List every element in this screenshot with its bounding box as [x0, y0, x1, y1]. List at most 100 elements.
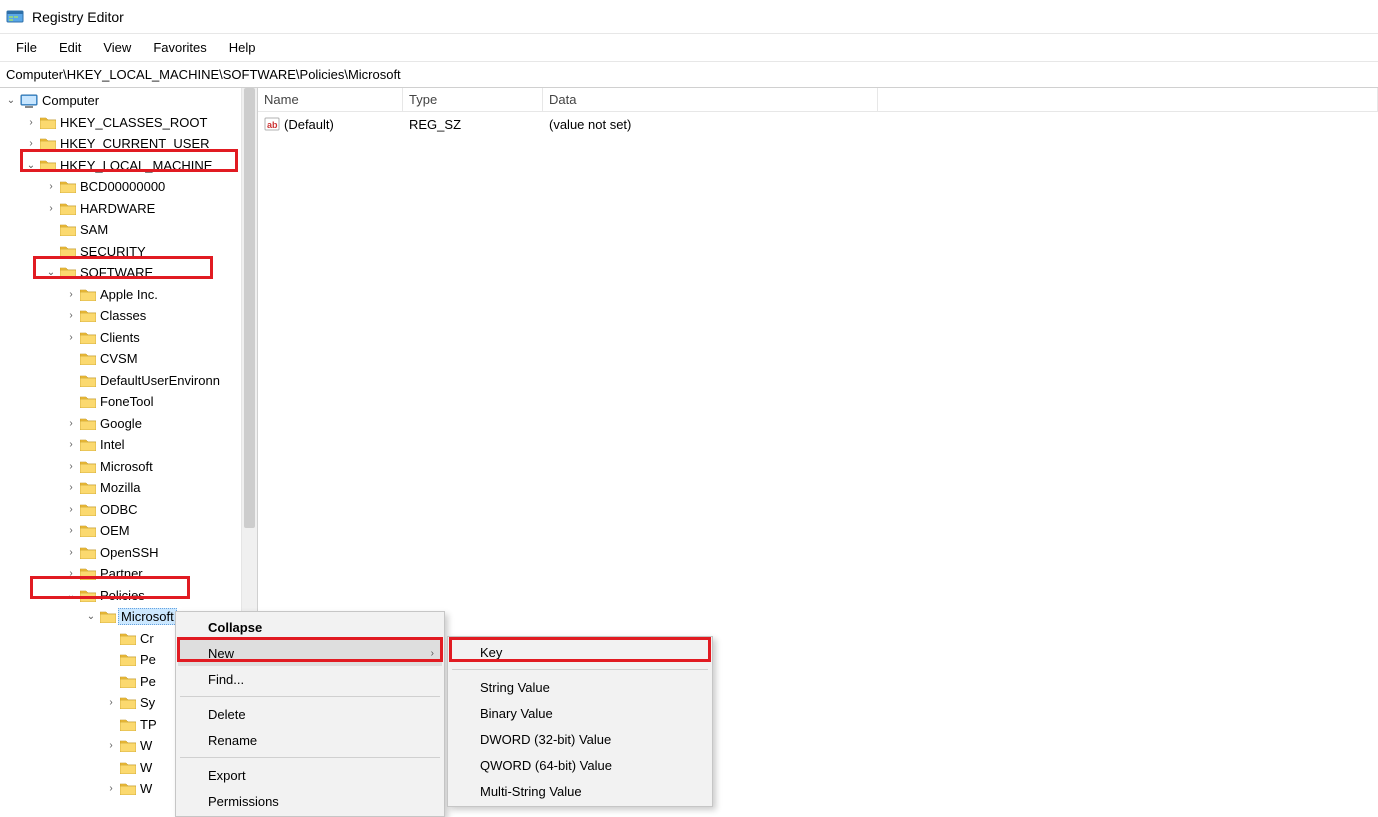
ctx-rename[interactable]: Rename [178, 727, 442, 753]
tree-node-due[interactable]: › DefaultUserEnvironn [0, 370, 241, 392]
chevron-down-icon[interactable]: ⌄ [24, 158, 38, 172]
chevron-right-icon[interactable]: › [104, 782, 118, 796]
ctx-new-binary[interactable]: Binary Value [450, 700, 710, 726]
chevron-right-icon[interactable]: › [24, 137, 38, 151]
ctx-new-label: New [208, 646, 234, 661]
folder-icon [60, 202, 76, 215]
tree-label: SAM [80, 222, 108, 237]
chevron-right-icon[interactable]: › [64, 545, 78, 559]
chevron-right-icon[interactable]: › [64, 287, 78, 301]
menu-view[interactable]: View [93, 38, 141, 57]
ctx-export[interactable]: Export [178, 762, 442, 788]
tree-node-apple[interactable]: › Apple Inc. [0, 284, 241, 306]
tree-node-mozilla[interactable]: › Mozilla [0, 477, 241, 499]
chevron-right-icon[interactable]: › [64, 416, 78, 430]
ctx-new-key[interactable]: Key [450, 639, 710, 665]
tree-node-hkcr[interactable]: › HKEY_CLASSES_ROOT [0, 112, 241, 134]
menu-favorites[interactable]: Favorites [143, 38, 216, 57]
tree-label: W [140, 738, 152, 753]
ctx-new-qword[interactable]: QWORD (64-bit) Value [450, 752, 710, 778]
tree-label: Cr [140, 631, 154, 646]
menu-edit[interactable]: Edit [49, 38, 91, 57]
tree-node-hkcu[interactable]: › HKEY_CURRENT_USER [0, 133, 241, 155]
ctx-new-dword[interactable]: DWORD (32-bit) Value [450, 726, 710, 752]
tree-node-intel[interactable]: › Intel [0, 434, 241, 456]
menu-file[interactable]: File [6, 38, 47, 57]
chevron-right-icon[interactable]: › [44, 180, 58, 194]
folder-icon [80, 589, 96, 602]
ctx-new-multi[interactable]: Multi-String Value [450, 778, 710, 804]
folder-icon [120, 782, 136, 795]
chevron-right-icon[interactable]: › [104, 696, 118, 710]
ctx-delete[interactable]: Delete [178, 701, 442, 727]
chevron-right-icon[interactable]: › [64, 459, 78, 473]
tree-label: Mozilla [100, 480, 140, 495]
tree-node-software[interactable]: ⌄ SOFTWARE [0, 262, 241, 284]
tree-node-clients[interactable]: › Clients [0, 327, 241, 349]
tree-node-hklm[interactable]: ⌄ HKEY_LOCAL_MACHINE [0, 155, 241, 177]
tree-node-openssh[interactable]: › OpenSSH [0, 542, 241, 564]
tree-label: DefaultUserEnvironn [100, 373, 220, 388]
cell-type: REG_SZ [403, 117, 543, 132]
list-row[interactable]: ab (Default) REG_SZ (value not set) [258, 112, 1378, 136]
tree-node-hardware[interactable]: › HARDWARE [0, 198, 241, 220]
folder-icon [80, 331, 96, 344]
ctx-separator [180, 696, 440, 697]
col-header-data[interactable]: Data [543, 88, 878, 111]
ctx-collapse[interactable]: Collapse [178, 614, 442, 640]
folder-icon [100, 610, 116, 623]
chevron-right-icon[interactable]: › [64, 481, 78, 495]
tree-label: Intel [100, 437, 125, 452]
chevron-right-icon[interactable]: › [64, 502, 78, 516]
chevron-right-icon[interactable]: › [64, 438, 78, 452]
folder-icon [80, 503, 96, 516]
tree-node-bcd[interactable]: › BCD00000000 [0, 176, 241, 198]
chevron-down-icon[interactable]: ⌄ [4, 94, 18, 108]
tree-label: Classes [100, 308, 146, 323]
tree-node-cvsm[interactable]: › CVSM [0, 348, 241, 370]
tree-label: Microsoft [100, 459, 153, 474]
scroll-thumb[interactable] [244, 88, 255, 528]
chevron-right-icon[interactable]: › [64, 330, 78, 344]
folder-icon [80, 460, 96, 473]
col-header-type[interactable]: Type [403, 88, 543, 111]
tree-label: HARDWARE [80, 201, 155, 216]
tree-node-computer[interactable]: ⌄ Computer [0, 90, 241, 112]
ctx-separator [180, 757, 440, 758]
tree-node-security[interactable]: › SECURITY [0, 241, 241, 263]
tree-node-policies[interactable]: ⌄ Policies [0, 585, 241, 607]
chevron-right-icon[interactable]: › [24, 115, 38, 129]
folder-icon [80, 481, 96, 494]
ctx-separator [452, 669, 708, 670]
list-header: Name Type Data [258, 88, 1378, 112]
chevron-down-icon[interactable]: ⌄ [64, 588, 78, 602]
folder-icon [80, 438, 96, 451]
chevron-down-icon[interactable]: ⌄ [84, 610, 98, 624]
tree-label: SECURITY [80, 244, 146, 259]
tree-label: Partner [100, 566, 143, 581]
chevron-right-icon[interactable]: › [44, 201, 58, 215]
col-header-name[interactable]: Name [258, 88, 403, 111]
ctx-permissions[interactable]: Permissions [178, 788, 442, 814]
chevron-right-icon[interactable]: › [64, 309, 78, 323]
tree-node-odbc[interactable]: › ODBC [0, 499, 241, 521]
chevron-down-icon[interactable]: ⌄ [44, 266, 58, 280]
tree-node-oem[interactable]: › OEM [0, 520, 241, 542]
tree-node-partner[interactable]: › Partner [0, 563, 241, 585]
ctx-new-string[interactable]: String Value [450, 674, 710, 700]
chevron-right-icon[interactable]: › [104, 739, 118, 753]
tree-node-fonetool[interactable]: › FoneTool [0, 391, 241, 413]
tree-node-sam[interactable]: › SAM [0, 219, 241, 241]
tree-node-google[interactable]: › Google [0, 413, 241, 435]
chevron-right-icon[interactable]: › [64, 567, 78, 581]
address-bar[interactable]: Computer\HKEY_LOCAL_MACHINE\SOFTWARE\Pol… [0, 62, 1378, 88]
list-body: ab (Default) REG_SZ (value not set) [258, 112, 1378, 136]
chevron-right-icon[interactable]: › [64, 524, 78, 538]
tree-node-classes[interactable]: › Classes [0, 305, 241, 327]
tree-label: TP [140, 717, 157, 732]
folder-icon [120, 761, 136, 774]
ctx-find[interactable]: Find... [178, 666, 442, 692]
tree-node-microsoft[interactable]: › Microsoft [0, 456, 241, 478]
ctx-new[interactable]: New › [178, 640, 442, 666]
menu-help[interactable]: Help [219, 38, 266, 57]
